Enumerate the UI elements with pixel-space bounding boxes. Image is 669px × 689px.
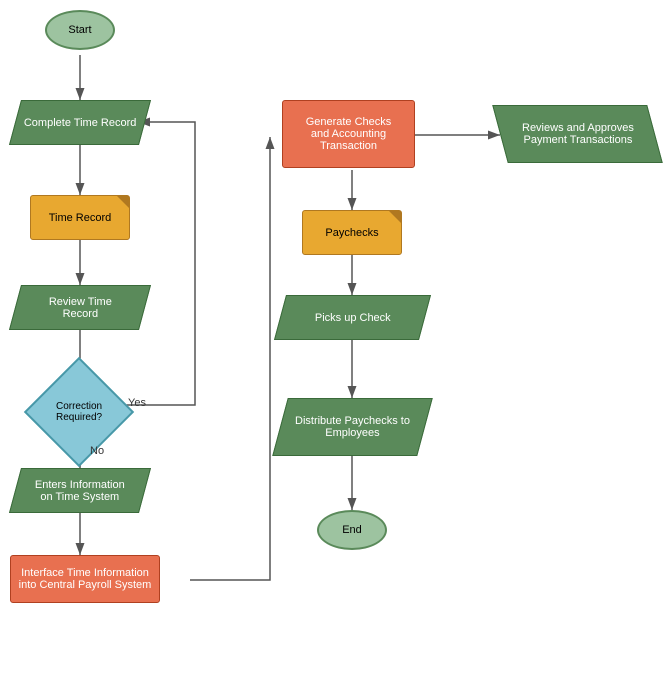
complete-time-record-node: Complete Time Record (9, 100, 151, 145)
time-record-node: Time Record (30, 195, 130, 240)
distribute-paychecks-node: Distribute Paychecks toEmployees (272, 398, 433, 456)
end-node: End (317, 510, 387, 550)
picks-up-check-node: Picks up Check (274, 295, 431, 340)
distribute-paychecks-label: Distribute Paychecks toEmployees (295, 415, 410, 439)
picks-up-check-label: Picks up Check (315, 312, 391, 324)
review-time-record-node: Review TimeRecord (9, 285, 151, 330)
reviews-approves-label: Reviews and ApprovesPayment Transactions (522, 122, 634, 146)
interface-time-label: Interface Time Informationinto Central P… (19, 567, 152, 591)
no-label: No (90, 445, 104, 457)
enters-information-node: Enters Informationon Time System (9, 468, 151, 513)
interface-time-node: Interface Time Informationinto Central P… (10, 555, 160, 603)
yes-label: Yes (128, 397, 146, 409)
generate-checks-label: Generate Checksand AccountingTransaction (306, 116, 392, 152)
paychecks-node: Paychecks (302, 210, 402, 255)
enters-information-label: Enters Informationon Time System (35, 479, 125, 503)
reviews-approves-node: Reviews and ApprovesPayment Transactions (492, 105, 663, 163)
generate-checks-node: Generate Checksand AccountingTransaction (282, 100, 415, 168)
start-node: Start (45, 10, 115, 50)
review-time-record-label: Review TimeRecord (49, 296, 112, 320)
correction-required-label: CorrectionRequired? (56, 401, 102, 423)
